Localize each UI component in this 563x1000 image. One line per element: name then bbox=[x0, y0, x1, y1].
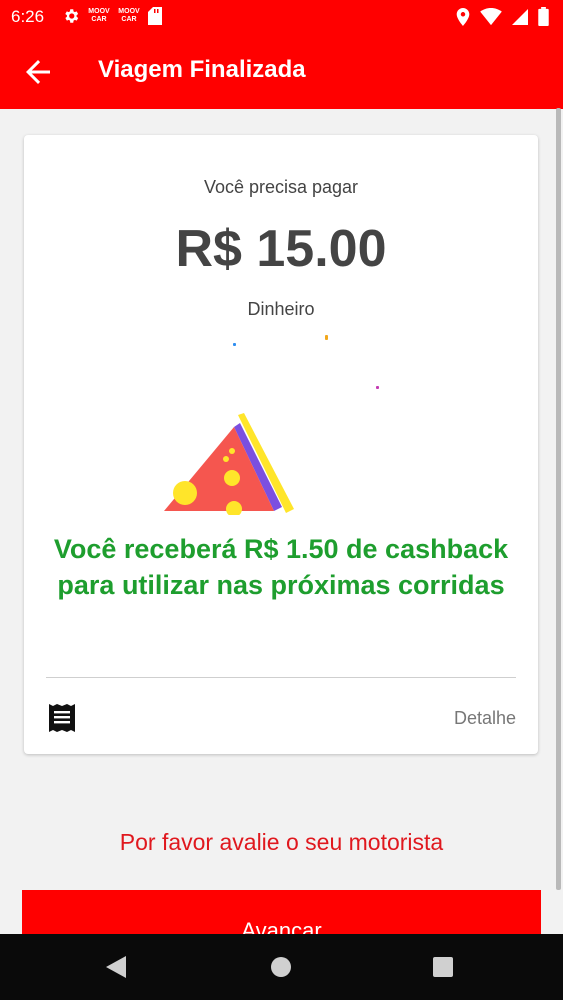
receipt-icon bbox=[49, 704, 75, 732]
battery-icon bbox=[538, 7, 549, 26]
pay-label: Você precisa pagar bbox=[203, 177, 359, 197]
status-left-icons: MOOV CAR MOOV CAR bbox=[62, 7, 162, 25]
location-icon bbox=[456, 7, 470, 26]
nav-back-icon[interactable] bbox=[106, 956, 128, 978]
confetti-piece bbox=[325, 335, 328, 340]
moov-badge: MOOV CAR bbox=[88, 8, 110, 23]
confetti-piece bbox=[233, 343, 236, 346]
back-button[interactable] bbox=[20, 54, 56, 90]
moov-badge: MOOV CAR bbox=[118, 8, 140, 23]
system-nav-bar bbox=[0, 934, 563, 1000]
payment-method: Dinheiro bbox=[247, 299, 315, 319]
cashback-message: Você receberá R$ 1.50 de cashback para u… bbox=[53, 534, 509, 600]
detail-link[interactable]: Detalhe bbox=[454, 708, 516, 729]
amount-due: R$ 15.00 bbox=[175, 220, 387, 278]
status-bar: 6:26 MOOV CAR MOOV CAR bbox=[0, 0, 563, 34]
page-title: Viagem Finalizada bbox=[98, 56, 306, 83]
wifi-icon bbox=[480, 7, 502, 25]
app-bar: Viagem Finalizada bbox=[0, 34, 563, 109]
rate-driver-link[interactable]: Por favor avalie o seu motorista bbox=[0, 829, 563, 856]
nav-home-icon[interactable] bbox=[270, 956, 292, 978]
status-right-icons bbox=[456, 7, 549, 26]
scrollbar[interactable] bbox=[556, 108, 561, 890]
pizza-slice-icon bbox=[164, 413, 294, 515]
confetti-piece bbox=[376, 386, 379, 389]
card-divider bbox=[46, 677, 516, 678]
status-time: 6:26 bbox=[11, 7, 45, 26]
signal-icon bbox=[512, 8, 528, 25]
settings-icon bbox=[65, 9, 79, 23]
arrow-left-icon bbox=[26, 60, 50, 84]
payment-summary-card: Você precisa pagar R$ 15.00 Dinheiro Voc… bbox=[24, 135, 538, 754]
nav-recents-icon[interactable] bbox=[432, 956, 454, 978]
sd-card-icon bbox=[148, 7, 162, 25]
